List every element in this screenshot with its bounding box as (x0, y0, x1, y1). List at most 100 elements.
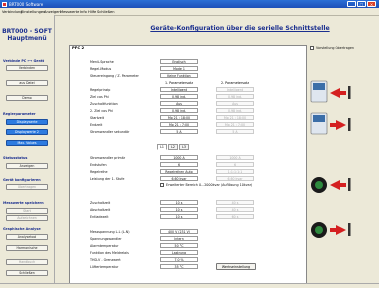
display-values-button[interactable]: Displaywerte (6, 119, 48, 125)
disk-to-device-icon[interactable] (310, 172, 356, 198)
column-param-set-1: 1. Parametersatz (164, 81, 194, 85)
start-button[interactable]: Start (6, 208, 48, 214)
meas-value[interactable]: 7,0 % (160, 257, 198, 262)
display-values-2-button[interactable]: Displaywerte 2 (6, 129, 48, 135)
from-file-button[interactable]: aus Datei (6, 80, 48, 86)
app-icon (2, 1, 7, 7)
tab-l1[interactable]: L1 (157, 144, 167, 150)
menu-view[interactable]: Anzeigen (44, 10, 61, 14)
device-to-pc-icon[interactable] (310, 80, 356, 106)
sidebar-heading-params: Reglerparameter (3, 112, 36, 116)
panel-title: PFC 2 (72, 45, 85, 50)
demo-button[interactable]: Demo (6, 95, 48, 101)
show-status-button[interactable]: Anzeigen (6, 163, 48, 169)
ct-value-2[interactable]: 6,60 kvar (216, 176, 254, 181)
meas-value[interactable]: 50 °C (160, 243, 198, 248)
param-label: Stromwandler sekundär (90, 130, 130, 134)
status-bar (0, 283, 379, 288)
param-value-1[interactable]: Aus (160, 101, 198, 106)
language-label: Menü-Sprache (90, 60, 114, 64)
extended-range-checkbox[interactable] (160, 183, 164, 187)
param-value-2[interactable]: 0,98 ind. (216, 94, 254, 99)
time-value-1[interactable]: 10 s (160, 207, 198, 212)
time-label: Zuschaltzeit (90, 201, 111, 205)
maximize-icon[interactable]: □ (357, 1, 366, 7)
exit-button[interactable]: Schließen (6, 270, 48, 276)
param-label: 2. Ziel cos Phi (90, 109, 113, 113)
close-icon[interactable]: × (367, 1, 376, 7)
meas-label: Alarmtemperatur (90, 244, 119, 248)
menu-bar: Verbindung Einstellungen Anzeigen Messwe… (0, 8, 379, 16)
param-value-2[interactable]: 0,98 ind. (216, 108, 254, 113)
tab-l2[interactable]: L2 (168, 144, 178, 150)
menu-close[interactable]: Schließen (97, 10, 115, 14)
control-mode-select[interactable]: Mode 1 (160, 66, 198, 71)
ct-value-1[interactable]: Regelreihen Auto (160, 169, 198, 174)
ct-value-2[interactable]: 6 (216, 162, 254, 167)
ct-label: Stromwandler primär (90, 156, 126, 160)
menu-settings[interactable]: Einstellungen (21, 10, 45, 14)
sidebar-heading-connect: Verbinde PC ⟷ Gerät (3, 59, 45, 63)
ct-label: Regelreihe (90, 170, 108, 174)
param-value-2[interactable]: 5 A (216, 129, 254, 134)
harmonics-button[interactable]: Harmonische (6, 245, 48, 251)
param-value-1[interactable]: Mo 21 : 7:00 (160, 122, 198, 127)
minimize-icon[interactable]: _ (347, 1, 356, 7)
analysis-tool-button[interactable]: Analysetool (6, 234, 48, 240)
ct-value-1[interactable]: 6 (160, 162, 198, 167)
menu-connection[interactable]: Verbindung (2, 10, 23, 14)
time-value-2[interactable]: 40 s (216, 200, 254, 205)
ct-label: Leistung der 1. Stufe (90, 177, 125, 181)
ct-value-2[interactable]: 1000 A (216, 155, 254, 160)
manual-button[interactable]: Handbuch (6, 259, 48, 265)
time-value-1[interactable]: 10 s (160, 200, 198, 205)
connect-button[interactable]: Verbinden (6, 65, 48, 71)
param-value-1[interactable]: Intelligent (160, 87, 198, 92)
tab-l3[interactable]: L3 (179, 144, 189, 150)
sidebar-heading-analysis: Graphische Analyse (3, 227, 41, 231)
device-to-disk-icon[interactable] (310, 217, 356, 243)
sidebar (0, 15, 55, 283)
sidebar-heading-save: Messwerte speichern (3, 201, 44, 205)
meas-value[interactable]: Lastrung (160, 250, 198, 255)
menu-help[interactable]: Hilfe (88, 10, 96, 14)
meas-value[interactable]: Intern (160, 236, 198, 241)
param-value-2[interactable]: Mo 21 : 7:00 (216, 122, 254, 127)
param-value-2[interactable]: Aus (216, 101, 254, 106)
meas-value[interactable]: 35 °C (160, 264, 198, 269)
meas-value[interactable]: 400 V (231 V) (160, 229, 198, 234)
param-label: Ziel cos Phi (90, 95, 109, 99)
ct-label: Endstufen (90, 163, 107, 167)
pc-to-device-icon[interactable] (310, 112, 356, 138)
max-values-button[interactable]: Max. Values (6, 140, 48, 146)
menu-measurements[interactable]: Messwerte (60, 10, 79, 14)
param-value-1[interactable]: 0,98 ind. (160, 94, 198, 99)
param-value-2[interactable]: Intelligent (216, 87, 254, 92)
param-label: Regelprinzip (90, 88, 111, 92)
meas-label: THD-V - Grenzwert (90, 258, 121, 262)
sidebar-heading-configure: Gerät konfigurieren (3, 178, 41, 182)
time-label: Entladezeit (90, 215, 109, 219)
ct-value-1[interactable]: 6,60 kvar (160, 176, 198, 181)
menu-info[interactable]: Info (80, 10, 87, 14)
param-value-1[interactable]: 5 A (160, 129, 198, 134)
control-input-select[interactable]: Keine Funktion (160, 73, 198, 78)
time-value-2[interactable]: 40 s (216, 207, 254, 212)
transfer-settings-label: Vorstellung übertragen (316, 46, 355, 50)
record-button[interactable]: Aufzeichnen (6, 215, 48, 221)
time-value-1[interactable]: 10 s (160, 214, 198, 219)
ct-value-2[interactable]: 1:1:1:1:1 (216, 169, 254, 174)
window-titlebar: BRT000 Software _ □ × (0, 0, 379, 8)
page-title: Geräte-Konfiguration über die serielle S… (150, 25, 330, 32)
time-label: Abschaltzeit (90, 208, 111, 212)
transfer-button[interactable]: Übertragen (6, 184, 48, 190)
param-label: Endzeit (90, 123, 103, 127)
param-value-2[interactable]: Mo 21 : 18:00 (216, 115, 254, 120)
factory-settings-button[interactable]: Werkseinstellung (216, 263, 256, 270)
time-value-2[interactable]: 60 s (216, 214, 254, 219)
transfer-settings-checkbox[interactable] (310, 46, 314, 50)
language-select[interactable]: Englisch (160, 59, 198, 64)
param-value-1[interactable]: 0,98 ind. (160, 108, 198, 113)
param-value-1[interactable]: Mo 21 : 18:00 (160, 115, 198, 120)
ct-value-1[interactable]: 1000 A (160, 155, 198, 160)
